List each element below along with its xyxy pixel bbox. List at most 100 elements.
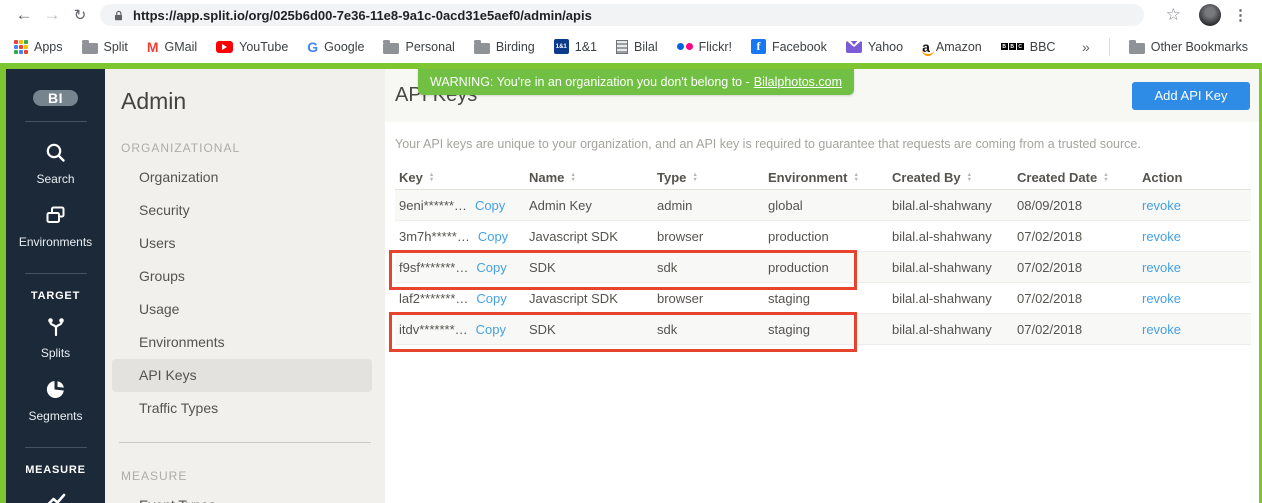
back-icon[interactable]: ← [10, 5, 38, 25]
sidebar-divider [25, 121, 87, 122]
copy-link[interactable]: Copy [476, 322, 506, 337]
sidebar-divider [25, 447, 87, 448]
sort-icon[interactable]: ▲▼ [570, 173, 575, 182]
copy-link[interactable]: Copy [478, 229, 508, 244]
bookmark-google[interactable]: GGoogle [307, 39, 364, 55]
browser-profile-avatar[interactable] [1199, 4, 1221, 26]
admin-nav-divider [119, 442, 371, 443]
bookmark-birding[interactable]: Birding [474, 40, 535, 54]
bookmark-bilal[interactable]: Bilal [616, 40, 658, 54]
admin-nav-item-usage[interactable]: Usage [112, 293, 372, 326]
browser-menu-icon[interactable]: ⋮ [1233, 6, 1248, 24]
cell-created-by: bilal.al-shahwany [888, 229, 1013, 244]
copy-link[interactable]: Copy [476, 291, 506, 306]
admin-nav-item-groups[interactable]: Groups [112, 260, 372, 293]
bookmark-yahoo[interactable]: Yahoo [846, 40, 903, 54]
cell-environment: staging [764, 322, 888, 337]
column-header-key[interactable]: Key▲▼ [395, 170, 525, 185]
bookmark-label: Flickr! [699, 40, 732, 54]
admin-nav-item-traffic-types[interactable]: Traffic Types [112, 392, 372, 425]
folder-icon [383, 43, 399, 54]
sidebar-item-splits[interactable]: Splits [41, 315, 70, 360]
url-text[interactable]: https://app.split.io/org/025b6d00-7e36-1… [133, 8, 592, 23]
admin-nav-item-users[interactable]: Users [112, 227, 372, 260]
column-header-environment[interactable]: Environment▲▼ [764, 170, 888, 185]
bookmarks-divider [1109, 38, 1110, 56]
revoke-link[interactable]: revoke [1142, 260, 1181, 275]
cell-action: revoke [1138, 260, 1251, 275]
cell-environment: production [764, 229, 888, 244]
reload-icon[interactable]: ↻ [66, 6, 94, 24]
bookmarks-overflow-icon[interactable]: » [1082, 39, 1090, 55]
environments-icon [44, 204, 67, 232]
bookmark-label: Birding [496, 40, 535, 54]
bookmark-star-icon[interactable]: ☆ [1166, 5, 1181, 25]
copy-link[interactable]: Copy [476, 260, 506, 275]
admin-nav-item-organization[interactable]: Organization [112, 161, 372, 194]
gmail-icon: M [147, 39, 159, 55]
sort-icon[interactable]: ▲▼ [692, 173, 697, 182]
bookmark-flickr[interactable]: Flickr! [677, 40, 732, 54]
bookmark-split[interactable]: Split [82, 40, 128, 54]
bookmark-personal[interactable]: Personal [383, 40, 454, 54]
bookmarks-bar: Apps Split MGMail YouTube GGoogle Personal Bir… [0, 30, 1262, 63]
admin-title: Admin [121, 88, 385, 115]
revoke-link[interactable]: revoke [1142, 291, 1181, 306]
sort-icon[interactable]: ▲▼ [853, 173, 858, 182]
column-header-label: Created By [892, 170, 961, 185]
cell-action: revoke [1138, 291, 1251, 306]
bookmark-apps[interactable]: Apps [14, 40, 63, 54]
bookmark-1-1[interactable]: 1&11&1 [554, 39, 597, 54]
column-header-action: Action [1138, 170, 1251, 185]
warning-org-link[interactable]: Bilalphotos.com [754, 75, 842, 89]
cell-created-date: 08/09/2018 [1013, 198, 1138, 213]
sort-icon[interactable]: ▲▼ [1103, 173, 1108, 182]
revoke-link[interactable]: revoke [1142, 198, 1181, 213]
sidebar-item-environments[interactable]: Environments [19, 204, 92, 249]
sidebar-item-segments[interactable]: Segments [28, 378, 82, 423]
revoke-link[interactable]: revoke [1142, 229, 1181, 244]
column-header-name[interactable]: Name ▲▼ [525, 170, 653, 185]
cell-created-date: 07/02/2018 [1013, 229, 1138, 244]
cell-created-by: bilal.al-shahwany [888, 322, 1013, 337]
bookmark-amazon[interactable]: aAmazon [922, 39, 982, 55]
table-body: 9eni******…CopyAdmin Keyadminglobalbilal… [395, 190, 1251, 345]
sidebar-item-label: Environments [19, 235, 92, 249]
column-header-created-by[interactable]: Created By ▲▼ [888, 170, 1013, 185]
column-header-type[interactable]: Type▲▼ [653, 170, 764, 185]
cell-action: revoke [1138, 229, 1251, 244]
api-key-value: itdv*******… [399, 322, 468, 337]
admin-nav-item-event-types[interactable]: Event Types [112, 489, 372, 503]
api-key-value: f9sf*******… [399, 260, 468, 275]
sidebar-item-search[interactable]: Search [36, 141, 74, 186]
copy-link[interactable]: Copy [475, 198, 505, 213]
org-avatar[interactable]: BI [33, 90, 78, 106]
admin-nav-item-api-keys[interactable]: API Keys [112, 359, 372, 392]
cell-type: sdk [653, 260, 764, 275]
admin-nav-item-security[interactable]: Security [112, 194, 372, 227]
youtube-icon [216, 41, 233, 53]
cell-key: itdv*******… Copy [395, 322, 525, 337]
bookmark-bbc[interactable]: BBCBBC [1001, 40, 1056, 54]
bbc-icon: BBC [1001, 43, 1024, 50]
admin-nav-item-environments[interactable]: Environments [112, 326, 372, 359]
sidebar-item-metrics[interactable]: Metrics [36, 489, 75, 503]
sort-icon[interactable]: ▲▼ [967, 173, 972, 182]
other-bookmarks[interactable]: Other Bookmarks [1129, 40, 1248, 54]
column-header-label: Name [529, 170, 564, 185]
warning-banner: WARNING: You're in an organization you d… [418, 69, 854, 95]
address-bar[interactable]: https://app.split.io/org/025b6d00-7e36-1… [100, 4, 1144, 26]
splits-icon [44, 315, 67, 343]
bookmark-youtube[interactable]: YouTube [216, 40, 288, 54]
forward-icon[interactable]: → [38, 5, 66, 25]
revoke-link[interactable]: revoke [1142, 322, 1181, 337]
sort-icon[interactable]: ▲▼ [429, 173, 434, 182]
bookmark-gmail[interactable]: MGMail [147, 39, 197, 55]
bookmark-label: YouTube [239, 40, 288, 54]
api-keys-table: Key▲▼Name▲▼Type▲▼Environment▲▼Created By… [395, 166, 1251, 345]
bookmarks-list: Apps Split MGMail YouTube GGoogle Personal Bir… [14, 39, 1055, 55]
bookmark-facebook[interactable]: fFacebook [751, 39, 827, 54]
add-api-key-button[interactable]: Add API Key [1132, 82, 1250, 110]
column-header-created-date[interactable]: Created Date▲▼ [1013, 170, 1138, 185]
sidebar-section-target: TARGET [31, 290, 80, 302]
